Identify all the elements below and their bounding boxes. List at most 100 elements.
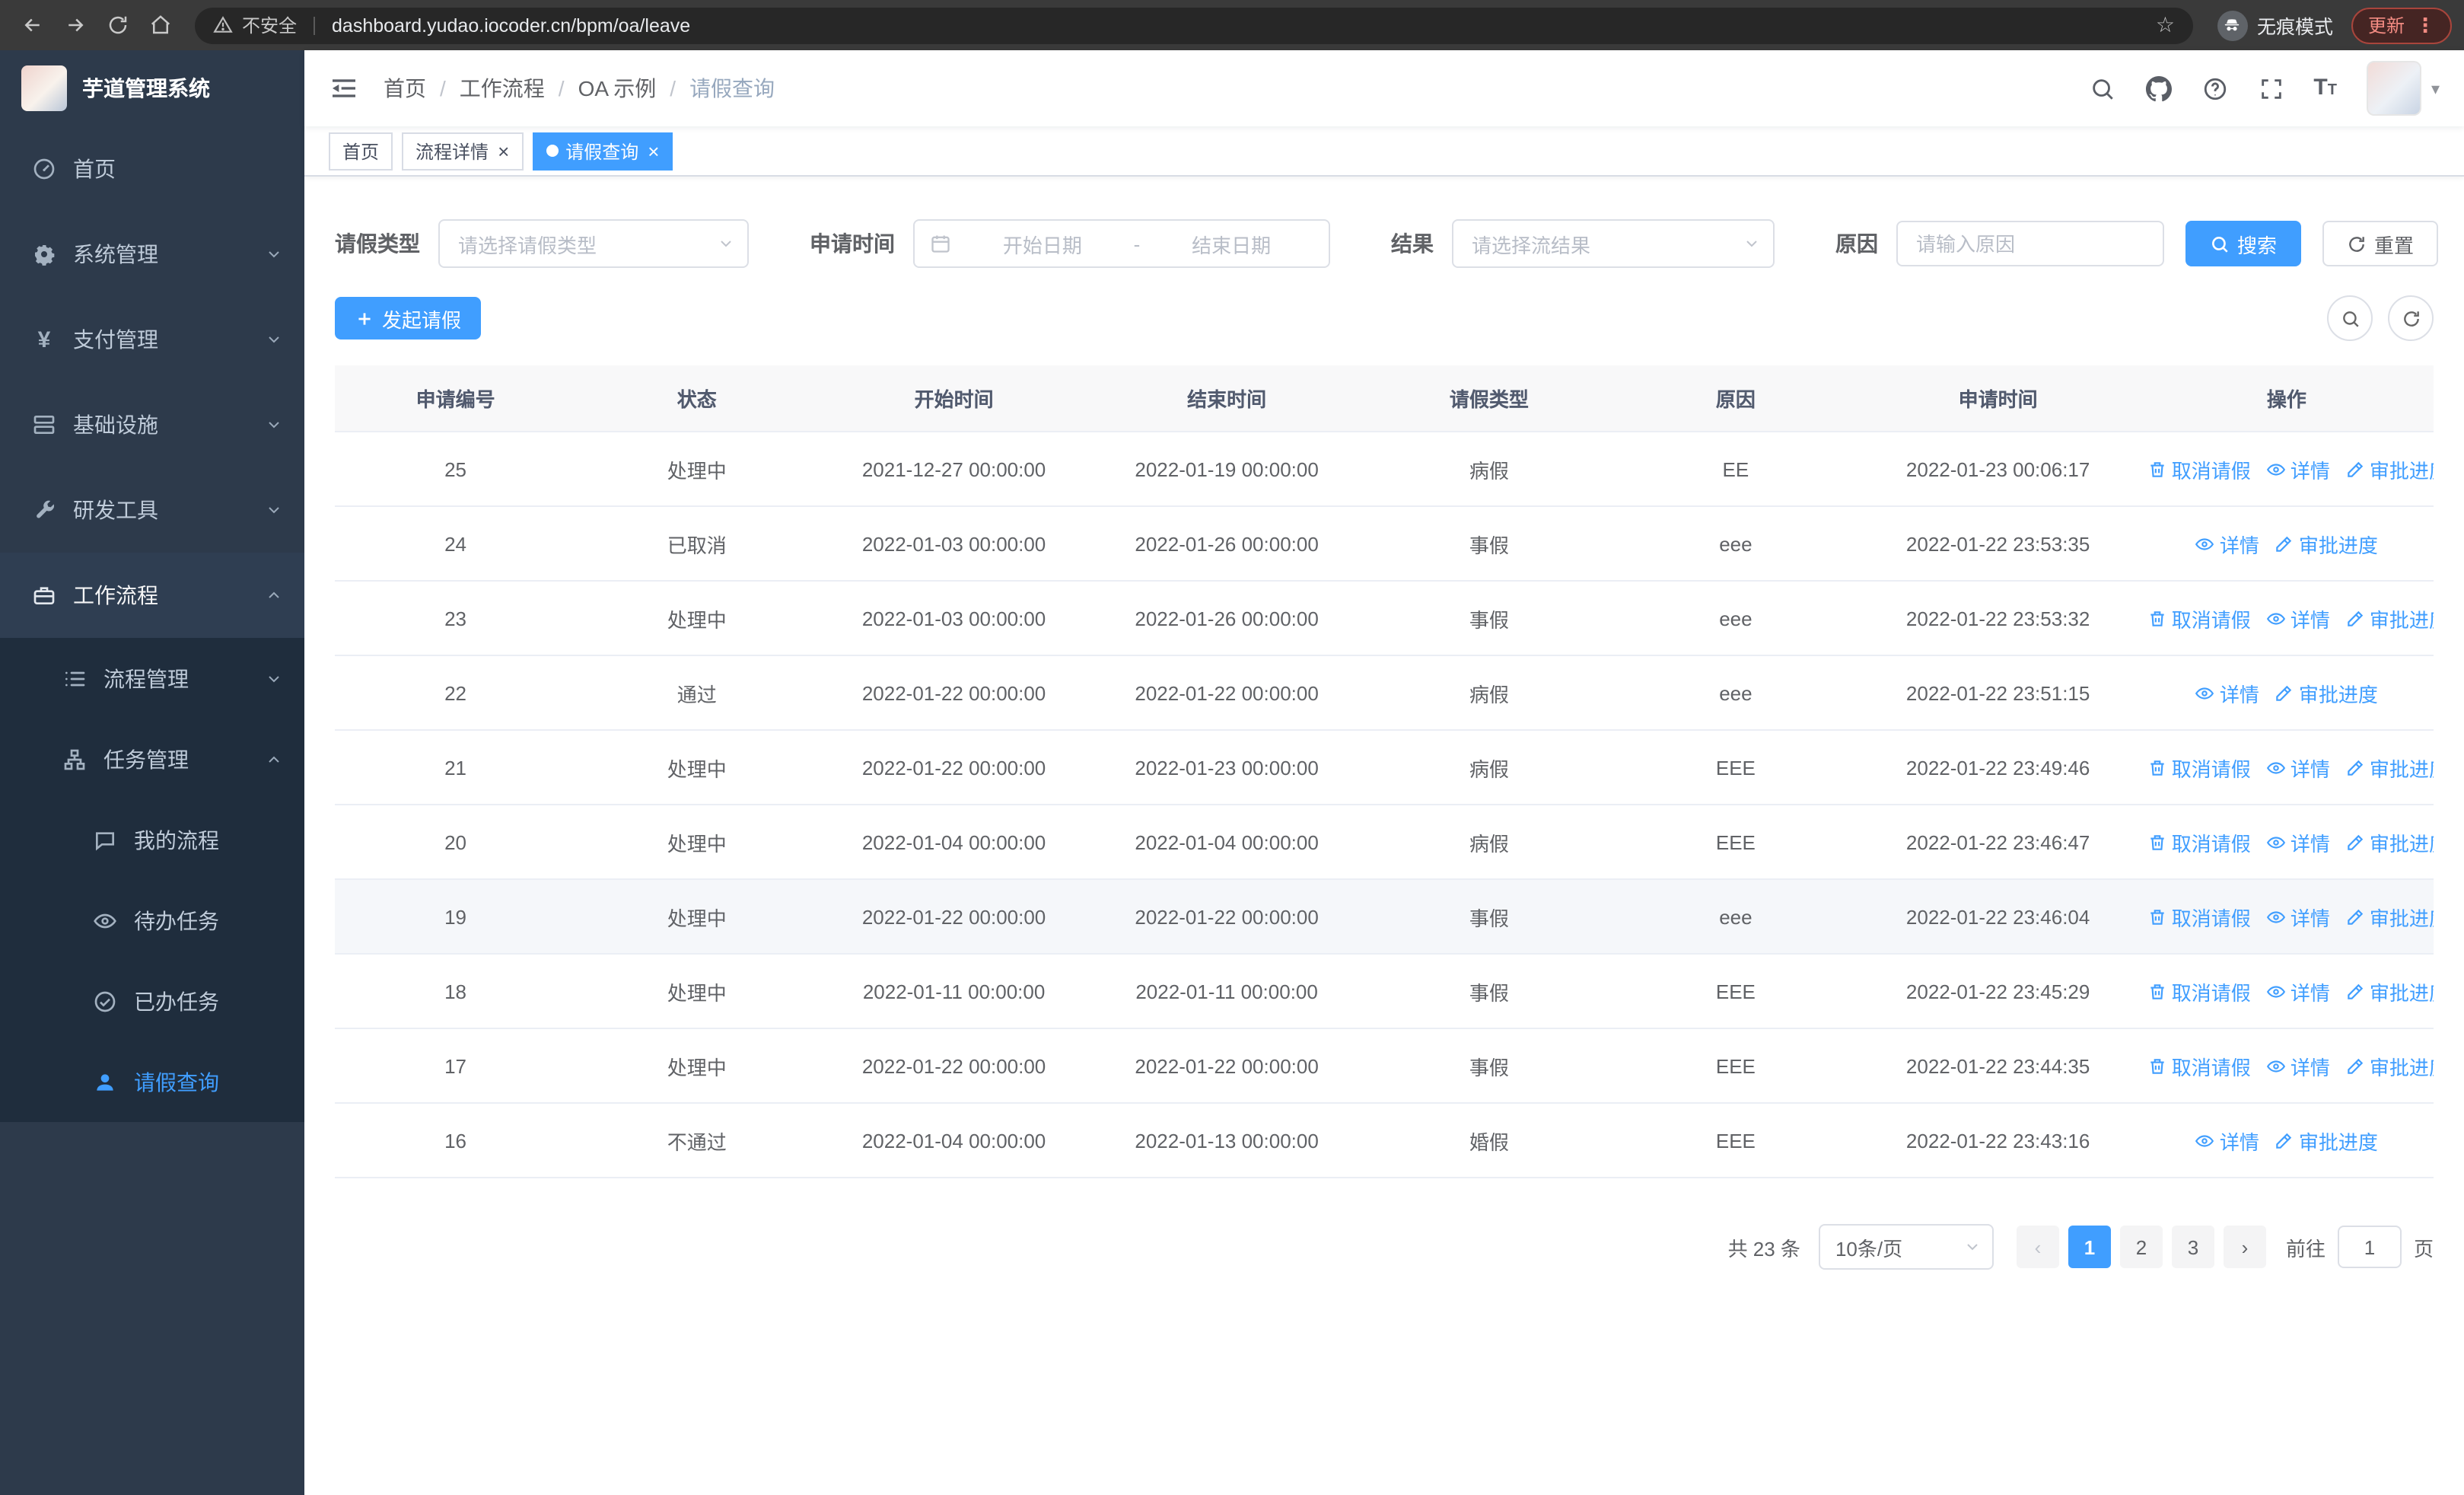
table-row: 23 处理中 2022-01-03 00:00:00 2022-01-26 00:00… — [335, 581, 2434, 656]
detail-link[interactable]: 详情 — [2266, 753, 2330, 782]
page-size-select[interactable]: 10条/页 — [1818, 1224, 1994, 1270]
sidebar-item-infrastructure[interactable]: 基础设施 — [0, 382, 304, 467]
address-bar[interactable]: 不安全 dashboard.yudao.iocoder.cn/bpm/oa/le… — [195, 7, 2193, 43]
sidebar-item-my-process[interactable]: 我的流程 — [0, 799, 304, 880]
tab-label: 流程详情 — [415, 141, 489, 162]
goto-page-input[interactable] — [2337, 1226, 2402, 1268]
cancel-leave-link[interactable]: 取消请假 — [2147, 827, 2251, 856]
sidebar-item-leave-query[interactable]: 请假查询 — [0, 1041, 304, 1122]
progress-link[interactable]: 审批进度 — [2345, 827, 2434, 856]
table-row: 17 处理中 2022-01-22 00:00:00 2022-01-22 00:00… — [335, 1028, 2434, 1104]
breadcrumb-item[interactable]: 首页 — [384, 73, 426, 104]
cancel-leave-link[interactable]: 取消请假 — [2147, 753, 2251, 782]
leave-type-select[interactable]: 请选择请假类型 — [438, 219, 749, 268]
browser-reload-button[interactable] — [97, 5, 137, 45]
cancel-leave-link[interactable]: 取消请假 — [2147, 977, 2251, 1006]
refresh-table-button[interactable] — [2388, 295, 2434, 341]
sidebar-item-done-tasks[interactable]: 已办任务 — [0, 961, 304, 1041]
incognito-label: 无痕模式 — [2256, 17, 2333, 38]
cancel-leave-link[interactable]: 取消请假 — [2147, 1051, 2251, 1080]
browser-forward-button[interactable] — [55, 5, 94, 45]
sidebar-item-label: 已办任务 — [134, 989, 219, 1013]
page-button-1[interactable]: 1 — [2068, 1226, 2111, 1268]
font-size-icon[interactable]: TT — [2313, 74, 2337, 103]
sidebar-item-process-management[interactable]: 流程管理 — [0, 638, 304, 719]
create-leave-button[interactable]: 发起请假 — [335, 297, 482, 339]
breadcrumb-item[interactable]: 工作流程 — [460, 73, 545, 104]
search-button[interactable]: 搜索 — [2185, 221, 2302, 266]
col-reason: 原因 — [1615, 365, 1857, 432]
breadcrumb-item[interactable]: OA 示例 — [578, 73, 657, 104]
progress-link[interactable]: 审批进度 — [2345, 753, 2434, 782]
detail-link[interactable]: 详情 — [2195, 678, 2259, 707]
progress-link[interactable]: 审批进度 — [2345, 604, 2434, 633]
tab-process-detail[interactable]: 流程详情 × — [402, 132, 524, 170]
sidebar-item-system[interactable]: 系统管理 — [0, 212, 304, 297]
search-icon[interactable] — [2088, 74, 2117, 103]
browser-home-button[interactable] — [140, 5, 180, 45]
progress-link[interactable]: 审批进度 — [2275, 529, 2378, 558]
result-select[interactable]: 请选择流结果 — [1452, 219, 1775, 268]
sidebar-item-label: 请假查询 — [134, 1069, 219, 1094]
tab-leave-query[interactable]: 请假查询 × — [532, 132, 673, 170]
cancel-leave-link[interactable]: 取消请假 — [2147, 454, 2251, 483]
prev-page-button[interactable]: ‹ — [2016, 1226, 2059, 1268]
fullscreen-icon[interactable] — [2257, 74, 2286, 103]
toolbar-right — [2327, 295, 2434, 341]
page-button-3[interactable]: 3 — [2171, 1226, 2214, 1268]
progress-link[interactable]: 审批进度 — [2345, 977, 2434, 1006]
detail-link[interactable]: 详情 — [2266, 604, 2330, 633]
start-date-placeholder: 开始日期 — [1002, 234, 1082, 257]
check-circle-icon — [91, 987, 119, 1015]
sidebar-item-workflow[interactable]: 工作流程 — [0, 553, 304, 638]
cell-status: 处理中 — [576, 805, 818, 880]
sidebar-item-payment[interactable]: ¥ 支付管理 — [0, 297, 304, 382]
detail-link[interactable]: 详情 — [2195, 1126, 2259, 1155]
chevron-down-icon — [265, 330, 283, 349]
detail-link[interactable]: 详情 — [2266, 1051, 2330, 1080]
next-page-button[interactable]: › — [2223, 1226, 2266, 1268]
user-menu[interactable]: ▾ — [2367, 61, 2440, 116]
browser-menu-icon[interactable]: ⋮ — [2415, 13, 2435, 37]
app-logo[interactable]: 芋道管理系统 — [0, 50, 304, 126]
tab-home[interactable]: 首页 — [329, 132, 393, 170]
bookmark-star-icon[interactable]: ☆ — [2156, 12, 2175, 38]
browser-back-button[interactable] — [12, 5, 52, 45]
progress-link[interactable]: 审批进度 — [2275, 1126, 2378, 1155]
filter-label: 申请时间 — [810, 231, 895, 256]
pagination-goto: 前往 页 — [2286, 1226, 2434, 1268]
help-icon[interactable] — [2201, 74, 2230, 103]
progress-link[interactable]: 审批进度 — [2345, 1051, 2434, 1080]
sidebar-item-label: 基础设施 — [73, 413, 158, 437]
cancel-leave-link[interactable]: 取消请假 — [2147, 604, 2251, 633]
cell-leave-type: 事假 — [1363, 1028, 1616, 1104]
date-range-picker[interactable]: 开始日期 - 结束日期 — [913, 219, 1330, 268]
detail-link[interactable]: 详情 — [2195, 529, 2259, 558]
progress-link[interactable]: 审批进度 — [2345, 902, 2434, 931]
table-row: 18 处理中 2022-01-11 00:00:00 2022-01-11 00:00… — [335, 954, 2434, 1029]
user-avatar[interactable] — [2367, 61, 2422, 116]
sidebar-item-dev-tools[interactable]: 研发工具 — [0, 467, 304, 553]
page-button-2[interactable]: 2 — [2119, 1226, 2163, 1268]
cancel-leave-link[interactable]: 取消请假 — [2147, 902, 2251, 931]
github-icon[interactable] — [2144, 74, 2173, 103]
close-icon[interactable]: × — [648, 141, 659, 161]
progress-link[interactable]: 审批进度 — [2275, 678, 2378, 707]
detail-link[interactable]: 详情 — [2266, 977, 2330, 1006]
reason-input[interactable] — [1896, 221, 2164, 266]
sidebar-item-task-management[interactable]: 任务管理 — [0, 719, 304, 799]
close-icon[interactable]: × — [498, 141, 509, 161]
toggle-search-button[interactable] — [2327, 295, 2373, 341]
sidebar-item-todo-tasks[interactable]: 待办任务 — [0, 880, 304, 961]
sidebar-item-home[interactable]: 首页 — [0, 126, 304, 212]
cell-apply-time: 2022-01-22 23:53:32 — [1856, 581, 2140, 656]
reset-button[interactable]: 重置 — [2322, 221, 2439, 266]
browser-update-button[interactable]: 更新 ⋮ — [2351, 7, 2452, 43]
progress-link[interactable]: 审批进度 — [2345, 454, 2434, 483]
detail-link[interactable]: 详情 — [2266, 902, 2330, 931]
detail-link[interactable]: 详情 — [2266, 454, 2330, 483]
active-tab-dot — [546, 145, 559, 157]
filter-label: 原因 — [1835, 231, 1878, 256]
detail-link[interactable]: 详情 — [2266, 827, 2330, 856]
collapse-menu-icon[interactable] — [329, 73, 359, 104]
